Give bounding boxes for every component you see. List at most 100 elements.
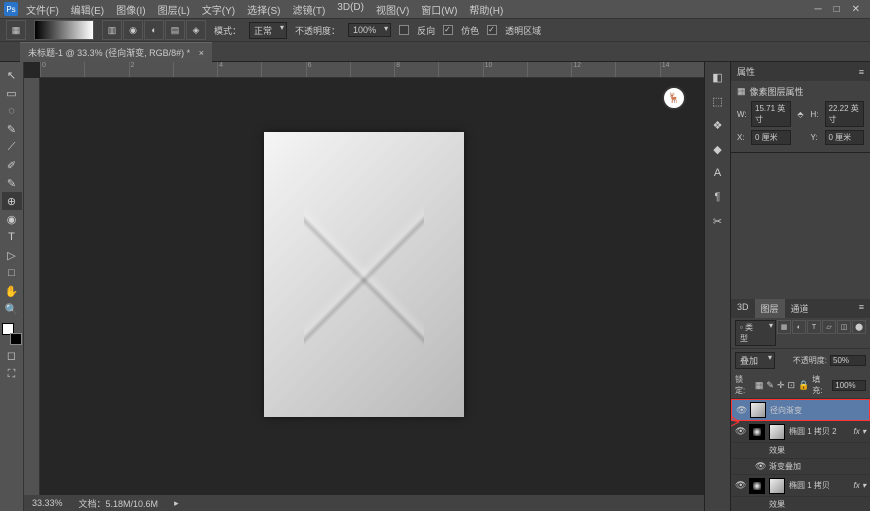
layer-row[interactable]: 👁渐变叠加 bbox=[731, 459, 870, 475]
layer-row[interactable]: 👁椭圆 1 拷贝 2fx ▾ bbox=[731, 421, 870, 443]
dock-panel-icon[interactable]: A bbox=[709, 164, 727, 182]
filter-pixel-icon[interactable]: ▦ bbox=[777, 320, 791, 334]
lock-trans-icon[interactable]: ▦ bbox=[755, 380, 764, 391]
tool-button[interactable]: ✎ bbox=[2, 174, 22, 192]
layers-tab[interactable]: 通道 bbox=[785, 299, 815, 318]
tool-button[interactable]: T bbox=[2, 228, 22, 246]
gradient-preview[interactable] bbox=[34, 20, 94, 40]
menu-item[interactable]: 编辑(E) bbox=[65, 0, 110, 19]
layer-row[interactable]: 👁椭圆 1 拷贝fx ▾ bbox=[731, 475, 870, 497]
tool-button[interactable]: ↖ bbox=[2, 66, 22, 84]
gradient-radial-icon[interactable]: ◉ bbox=[123, 20, 143, 40]
tool-button[interactable]: ⟋ bbox=[2, 138, 22, 156]
layer-thumb[interactable] bbox=[769, 478, 785, 494]
filter-smart-icon[interactable]: ◫ bbox=[837, 320, 851, 334]
panel-menu-icon[interactable]: ≡ bbox=[853, 299, 870, 318]
tool-button[interactable]: ◉ bbox=[2, 210, 22, 228]
menu-item[interactable]: 文件(F) bbox=[20, 0, 65, 19]
dock-panel-icon[interactable]: ✂ bbox=[709, 212, 727, 230]
tool-button[interactable]: □ bbox=[2, 264, 22, 282]
mode-dropdown[interactable]: 正常 bbox=[249, 22, 287, 39]
filter-adjust-icon[interactable]: ◐ bbox=[792, 320, 806, 334]
layer-fx-icon[interactable]: fx ▾ bbox=[854, 427, 866, 436]
menu-item[interactable]: 图像(I) bbox=[110, 0, 151, 19]
dock-panel-icon[interactable]: ¶ bbox=[709, 188, 727, 206]
x-field[interactable]: 0 厘米 bbox=[751, 130, 791, 145]
menu-item[interactable]: 帮助(H) bbox=[463, 0, 509, 19]
filter-toggle-icon[interactable]: ⬤ bbox=[852, 320, 866, 334]
gradient-tool-icon[interactable]: ▦ bbox=[6, 20, 26, 40]
lock-pos-icon[interactable]: ✛ bbox=[777, 380, 785, 391]
background-color[interactable] bbox=[10, 333, 22, 345]
layer-thumb[interactable] bbox=[769, 424, 785, 440]
menu-item[interactable]: 窗口(W) bbox=[415, 0, 463, 19]
document-canvas[interactable] bbox=[264, 132, 464, 417]
color-swatches[interactable] bbox=[2, 323, 22, 345]
lock-paint-icon[interactable]: ✎ bbox=[766, 380, 774, 391]
layer-fx-icon[interactable]: fx ▾ bbox=[854, 481, 866, 490]
gradient-angle-icon[interactable]: ◐ bbox=[144, 20, 164, 40]
menu-item[interactable]: 文字(Y) bbox=[196, 0, 241, 19]
menu-item[interactable]: 选择(S) bbox=[241, 0, 286, 19]
tool-button[interactable]: ◌ bbox=[2, 102, 22, 120]
filter-shape-icon[interactable]: ▱ bbox=[822, 320, 836, 334]
link-wh-icon[interactable]: ⬘ bbox=[795, 110, 807, 119]
close-icon[interactable]: ✕ bbox=[852, 4, 860, 15]
layer-kind-filter[interactable]: ▫ 类型 bbox=[735, 320, 776, 346]
dock-panel-icon[interactable]: ❖ bbox=[709, 116, 727, 134]
gradient-linear-icon[interactable]: ▥ bbox=[102, 20, 122, 40]
layer-row[interactable]: 效果 bbox=[731, 497, 870, 511]
dither-checkbox[interactable] bbox=[443, 25, 453, 35]
quickmask-icon[interactable]: ◻ bbox=[2, 346, 22, 364]
height-field[interactable]: 22.22 英寸 bbox=[825, 101, 865, 127]
lock-all-icon[interactable]: 🔒 bbox=[798, 380, 809, 391]
filter-type-icon[interactable]: T bbox=[807, 320, 821, 334]
layers-tab[interactable]: 图层 bbox=[755, 299, 785, 318]
layer-thumb[interactable] bbox=[750, 402, 766, 418]
visibility-icon[interactable]: 👁 bbox=[735, 480, 745, 491]
gradient-diamond-icon[interactable]: ◈ bbox=[186, 20, 206, 40]
transparency-checkbox[interactable] bbox=[487, 25, 497, 35]
properties-tab[interactable]: 属性 bbox=[737, 65, 755, 78]
fill-field[interactable]: 100% bbox=[832, 380, 866, 391]
screenmode-icon[interactable]: ⛶ bbox=[2, 365, 22, 383]
layer-row[interactable]: 效果 bbox=[731, 443, 870, 459]
minimize-icon[interactable]: ─ bbox=[814, 4, 821, 15]
visibility-icon[interactable]: 👁 bbox=[735, 426, 745, 437]
tab-close-icon[interactable]: × bbox=[199, 48, 204, 58]
tool-button[interactable]: ▷ bbox=[2, 246, 22, 264]
tool-button[interactable]: 🔍 bbox=[2, 300, 22, 318]
opacity-dropdown[interactable]: 100% bbox=[348, 23, 391, 37]
layers-tab[interactable]: 3D bbox=[731, 299, 755, 318]
dock-panel-icon[interactable]: ◧ bbox=[709, 68, 727, 86]
document-tab[interactable]: 未标题-1 @ 33.3% (径向渐变, RGB/8#) * × bbox=[20, 42, 212, 62]
tool-button[interactable]: ⊕ bbox=[2, 192, 22, 210]
menu-item[interactable]: 滤镜(T) bbox=[287, 0, 332, 19]
lock-artboard-icon[interactable]: ⊡ bbox=[788, 380, 796, 391]
layer-type-icon: ▦ bbox=[737, 86, 746, 97]
y-field[interactable]: 0 厘米 bbox=[825, 130, 865, 145]
visibility-icon[interactable]: 👁 bbox=[755, 461, 765, 472]
reverse-checkbox[interactable] bbox=[399, 25, 409, 35]
tool-button[interactable]: ✎ bbox=[2, 120, 22, 138]
tool-button[interactable]: ✋ bbox=[2, 282, 22, 300]
layer-opacity-field[interactable]: 50% bbox=[830, 355, 866, 366]
dock-panel-icon[interactable]: ◆ bbox=[709, 140, 727, 158]
zoom-level[interactable]: 33.33% bbox=[32, 498, 63, 508]
dock-panel-icon[interactable]: ⬚ bbox=[709, 92, 727, 110]
layer-mask-thumb[interactable] bbox=[749, 424, 765, 440]
blend-mode-dropdown[interactable]: 叠加 bbox=[735, 352, 775, 369]
visibility-icon[interactable]: 👁 bbox=[736, 405, 746, 416]
maximize-icon[interactable]: □ bbox=[834, 4, 840, 15]
panel-menu-icon[interactable]: ≡ bbox=[859, 67, 864, 77]
tool-button[interactable]: ✐ bbox=[2, 156, 22, 174]
layer-row[interactable]: 👁径向渐变 bbox=[731, 399, 870, 421]
menu-item[interactable]: 图层(L) bbox=[152, 0, 196, 19]
width-field[interactable]: 15.71 英寸 bbox=[751, 101, 791, 127]
menu-item[interactable]: 3D(D) bbox=[331, 0, 370, 19]
status-chevron-icon[interactable]: ▸ bbox=[174, 498, 179, 509]
layer-mask-thumb[interactable] bbox=[749, 478, 765, 494]
menu-item[interactable]: 视图(V) bbox=[370, 0, 415, 19]
tool-button[interactable]: ▭ bbox=[2, 84, 22, 102]
gradient-reflected-icon[interactable]: ▤ bbox=[165, 20, 185, 40]
